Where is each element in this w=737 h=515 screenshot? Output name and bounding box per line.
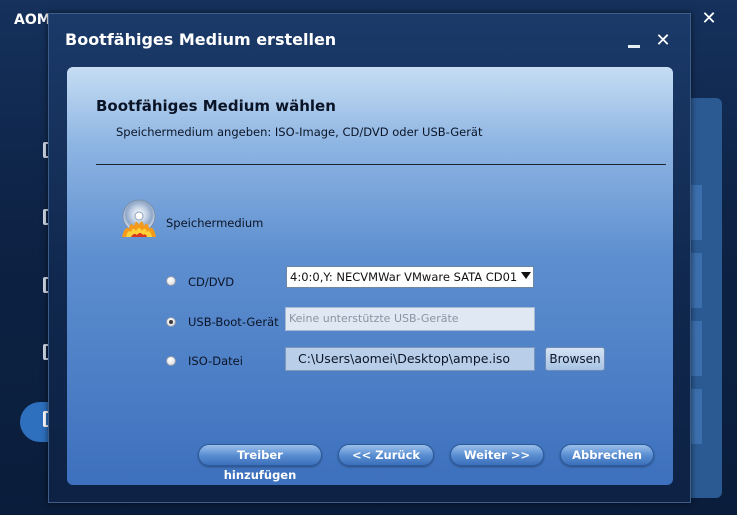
panel-subtitle: Speichermedium angeben: ISO-Image, CD/DV… bbox=[116, 125, 483, 139]
cddvd-drive-select[interactable]: 4:0:0,Y: NECVMWar VMware SATA CD01 bbox=[286, 266, 534, 288]
iso-path-input[interactable]: C:\Users\aomei\Desktop\ampe.iso bbox=[285, 347, 535, 371]
iso-file-label[interactable]: ISO-Datei bbox=[188, 354, 243, 368]
cddvd-label[interactable]: CD/DVD bbox=[188, 275, 234, 289]
create-bootable-media-dialog: Bootfähiges Medium erstellen ✕ Bootfähig… bbox=[48, 13, 691, 503]
next-button[interactable]: Weiter >> bbox=[450, 444, 544, 466]
add-driver-button[interactable]: Treiber hinzufügen bbox=[198, 444, 322, 482]
background-strip bbox=[690, 321, 702, 376]
browse-button[interactable]: Browsen bbox=[545, 347, 605, 371]
background-strip bbox=[690, 253, 702, 308]
app-close-icon[interactable]: ✕ bbox=[700, 10, 718, 28]
minimize-icon[interactable] bbox=[627, 36, 641, 50]
background-strip bbox=[690, 185, 702, 240]
chevron-down-icon[interactable] bbox=[521, 272, 531, 279]
usb-boot-radio[interactable] bbox=[166, 317, 176, 327]
usb-boot-label[interactable]: USB-Boot-Gerät bbox=[188, 315, 279, 329]
cddvd-drive-value: 4:0:0,Y: NECVMWar VMware SATA CD01 bbox=[290, 270, 518, 284]
disc-flame-icon bbox=[122, 199, 156, 237]
content-panel: Bootfähiges Medium wählen Speichermedium… bbox=[67, 67, 673, 485]
cddvd-radio[interactable] bbox=[166, 276, 176, 286]
close-icon[interactable]: ✕ bbox=[654, 32, 672, 50]
background-strip bbox=[690, 389, 702, 444]
cancel-button[interactable]: Abbrechen bbox=[560, 444, 654, 466]
panel-heading: Bootfähiges Medium wählen bbox=[96, 97, 336, 115]
storage-medium-label: Speichermedium bbox=[166, 216, 264, 230]
app-title: AOM bbox=[14, 12, 51, 28]
divider bbox=[96, 164, 666, 165]
usb-device-field: Keine unterstützte USB-Geräte bbox=[285, 307, 535, 331]
back-button[interactable]: << Zurück bbox=[338, 444, 434, 466]
iso-file-radio[interactable] bbox=[166, 356, 176, 366]
dialog-title: Bootfähiges Medium erstellen bbox=[65, 30, 337, 49]
